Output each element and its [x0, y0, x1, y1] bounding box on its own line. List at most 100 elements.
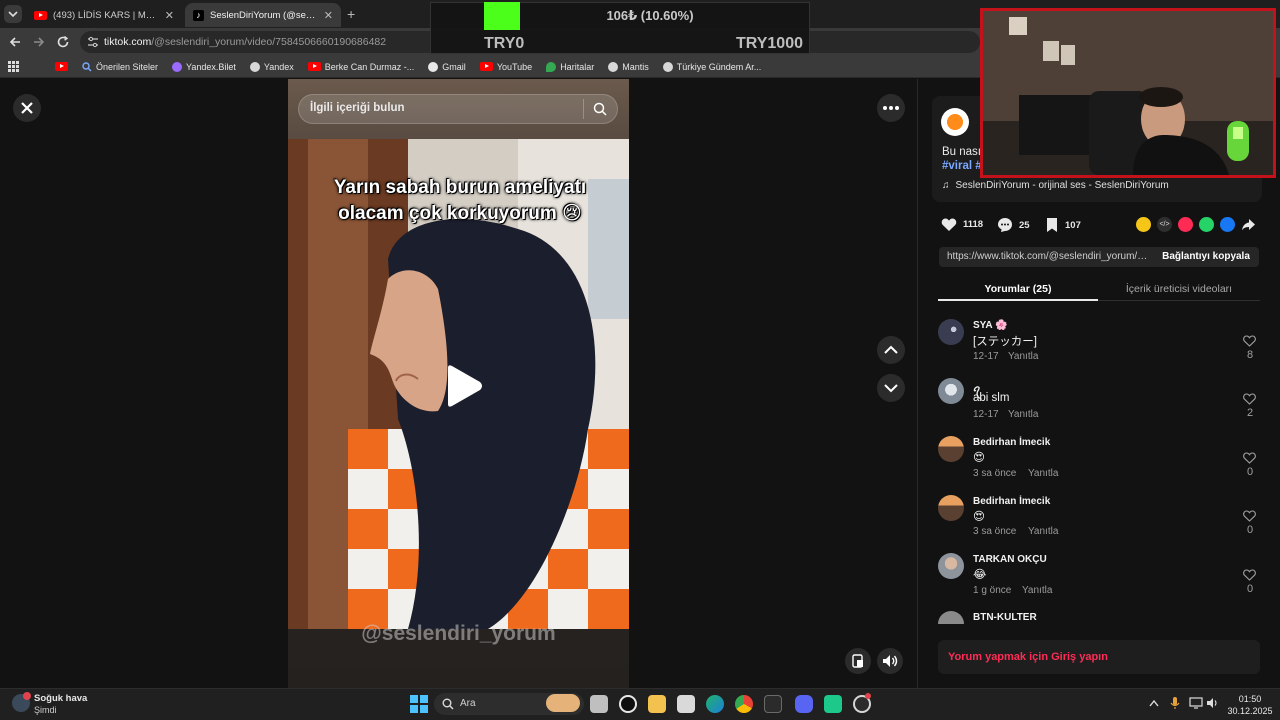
facebook-icon[interactable]: [1220, 217, 1235, 232]
reply-button[interactable]: Yanıtla: [1022, 585, 1052, 596]
send-icon[interactable]: [1178, 217, 1193, 232]
comment-item: Bedirhan İmecik 😍 3 sa önce Yanıtla 0: [938, 494, 1260, 552]
comment-author[interactable]: TARKAN OKÇU: [973, 554, 1047, 565]
heart-outline-icon[interactable]: [1243, 393, 1256, 405]
more-options-button[interactable]: [877, 94, 905, 122]
clock-time[interactable]: 01:50: [1226, 694, 1274, 704]
comment-author[interactable]: BTN-KULTER: [973, 612, 1037, 623]
discord-icon[interactable]: [795, 695, 813, 713]
tab-comments[interactable]: Yorumlar (25): [938, 283, 1098, 295]
previous-video-button[interactable]: [877, 336, 905, 364]
avatar[interactable]: [938, 495, 964, 521]
comment-author[interactable]: Bedirhan İmecik: [973, 496, 1050, 507]
bookmark-youtube[interactable]: [55, 62, 68, 71]
tab-tiktok[interactable]: ♪ SeslenDiriYorum (@seslendiri_y... ✕: [185, 3, 341, 27]
avatar[interactable]: [938, 611, 964, 624]
caption-line-2: olacam çok korkuyorum 😢: [338, 203, 582, 224]
volume-icon[interactable]: [1206, 697, 1220, 709]
chevron-up-icon[interactable]: [1148, 698, 1160, 708]
tab-youtube[interactable]: (493) LİDİS KARS | Madara Old... ✕: [26, 3, 182, 27]
reply-button[interactable]: Yanıtla: [1028, 468, 1058, 479]
bookmark-turkiye-gundem[interactable]: Türkiye Gündem Ar...: [662, 61, 761, 72]
comment-button[interactable]: 25: [997, 217, 1030, 233]
heart-outline-icon[interactable]: [1243, 335, 1256, 347]
comment-author[interactable]: Bedirhan İmecik: [973, 437, 1050, 448]
app-icon[interactable]: [764, 695, 782, 713]
copy-link-button[interactable]: Bağlantıyı kopyala: [1154, 248, 1258, 266]
obs-icon[interactable]: [619, 695, 637, 713]
close-tab-icon[interactable]: ✕: [324, 9, 333, 22]
chrome-icon[interactable]: [735, 695, 753, 713]
more-icon: [883, 106, 899, 110]
avatar[interactable]: [938, 378, 964, 404]
volume-icon: [883, 655, 898, 667]
bookmark-label: Yandex: [263, 61, 294, 72]
search-icon: [442, 698, 454, 710]
weather-title[interactable]: Soğuk hava: [34, 693, 87, 704]
windows-start-icon[interactable]: [410, 695, 428, 713]
microsoft-store-icon[interactable]: [677, 695, 695, 713]
file-explorer-icon[interactable]: [648, 695, 666, 713]
tab-creator-videos[interactable]: İçerik üreticisi videoları: [1098, 283, 1260, 295]
tab-title: SeslenDiriYorum (@seslendiri_y...: [210, 9, 318, 21]
repost-icon[interactable]: [1136, 217, 1151, 232]
reply-button[interactable]: Yanıtla: [1008, 351, 1038, 362]
app-icon-green[interactable]: [824, 695, 842, 713]
gmail-icon: [428, 61, 439, 72]
volume-button[interactable]: [877, 648, 903, 674]
apps-grid-icon[interactable]: [8, 61, 19, 72]
author-avatar[interactable]: [941, 108, 969, 136]
display-icon[interactable]: [1189, 697, 1203, 709]
back-icon[interactable]: [8, 35, 22, 49]
avatar[interactable]: [938, 553, 964, 579]
panel-divider: [917, 79, 918, 688]
new-tab-button[interactable]: +: [347, 6, 355, 22]
bookmark-berke-can[interactable]: Berke Can Durmaz -...: [307, 62, 414, 72]
forward-icon[interactable]: [32, 35, 46, 49]
whatsapp-icon[interactable]: [1199, 217, 1214, 232]
video-link-url[interactable]: https://www.tiktok.com/@seslendiri_yorum…: [947, 251, 1152, 262]
share-row: </>: [1136, 217, 1256, 232]
edge-icon[interactable]: [706, 695, 724, 713]
floating-player-button[interactable]: [845, 648, 871, 674]
login-to-comment-link[interactable]: Yorum yapmak için Giriş yapın: [948, 651, 1108, 663]
youtube-icon: [34, 10, 47, 20]
avatar[interactable]: [938, 436, 964, 462]
save-button[interactable]: 107: [1045, 217, 1081, 233]
embed-icon[interactable]: </>: [1157, 217, 1172, 232]
next-video-button[interactable]: [877, 374, 905, 402]
close-tab-icon[interactable]: ✕: [165, 9, 174, 22]
comment-text: [ステッカー]: [973, 336, 1037, 348]
reply-button[interactable]: Yanıtla: [1028, 526, 1058, 537]
site-info-icon[interactable]: [87, 36, 99, 48]
bookmark-label: Önerilen Siteler: [96, 61, 159, 72]
post-hashtags[interactable]: #viral #: [942, 160, 982, 172]
task-view-icon[interactable]: [590, 695, 608, 713]
bookmark-onerilen-siteler[interactable]: Önerilen Siteler: [82, 62, 158, 72]
bookmark-yandex-bilet[interactable]: Yandex.Bilet: [172, 61, 236, 72]
post-sound[interactable]: ♫ SeslenDiriYorum - orijinal ses - Sesle…: [942, 180, 1169, 191]
video-caption: Yarın sabah burun ameliyatı olacam çok k…: [300, 175, 620, 227]
bookmark-haritalar[interactable]: Haritalar: [546, 61, 594, 72]
like-button[interactable]: 1118: [941, 217, 983, 232]
bookmark-gmail[interactable]: Gmail: [428, 61, 466, 72]
close-video-button[interactable]: [13, 94, 41, 122]
avatar[interactable]: [938, 319, 964, 345]
bookmark-youtube-2[interactable]: YouTube: [479, 62, 532, 72]
tab-search-button[interactable]: [4, 5, 22, 23]
microphone-icon[interactable]: [1170, 696, 1180, 710]
clock-date[interactable]: 30.12.2025: [1226, 706, 1274, 716]
heart-outline-icon[interactable]: [1243, 510, 1256, 522]
bookmark-mantis[interactable]: Mantis: [608, 61, 649, 72]
search-icon[interactable]: [593, 102, 607, 116]
comment-author[interactable]: SYA 🌸: [973, 320, 1008, 331]
heart-outline-icon[interactable]: [1243, 452, 1256, 464]
comment-like-count: 0: [1246, 583, 1254, 595]
save-count: 107: [1065, 219, 1081, 231]
play-icon[interactable]: [444, 364, 484, 408]
share-icon[interactable]: [1241, 217, 1256, 232]
reply-button[interactable]: Yanıtla: [1008, 409, 1038, 420]
reload-icon[interactable]: [56, 35, 70, 49]
bookmark-yandex[interactable]: Yandex: [249, 61, 294, 72]
heart-outline-icon[interactable]: [1243, 569, 1256, 581]
